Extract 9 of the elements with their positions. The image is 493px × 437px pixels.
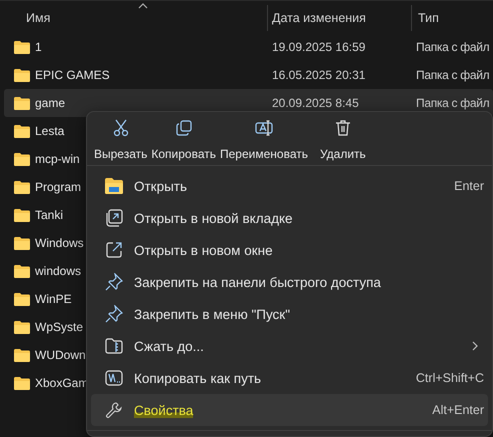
type-cell: Папка с файл [416,96,490,110]
shortcut-text: Alt+Enter [432,403,484,417]
date-cell: 19.09.2025 16:59 [272,40,366,54]
shortcut-text: Enter [454,179,484,193]
date-cell: 16.05.2025 20:31 [272,68,366,82]
shortcut-text: Ctrl+Shift+C [416,371,484,385]
date-cell: 20.09.2025 8:45 [272,96,359,110]
type-cell: Папка с файл [416,68,490,82]
type-cell: Папка с файл [416,40,490,54]
